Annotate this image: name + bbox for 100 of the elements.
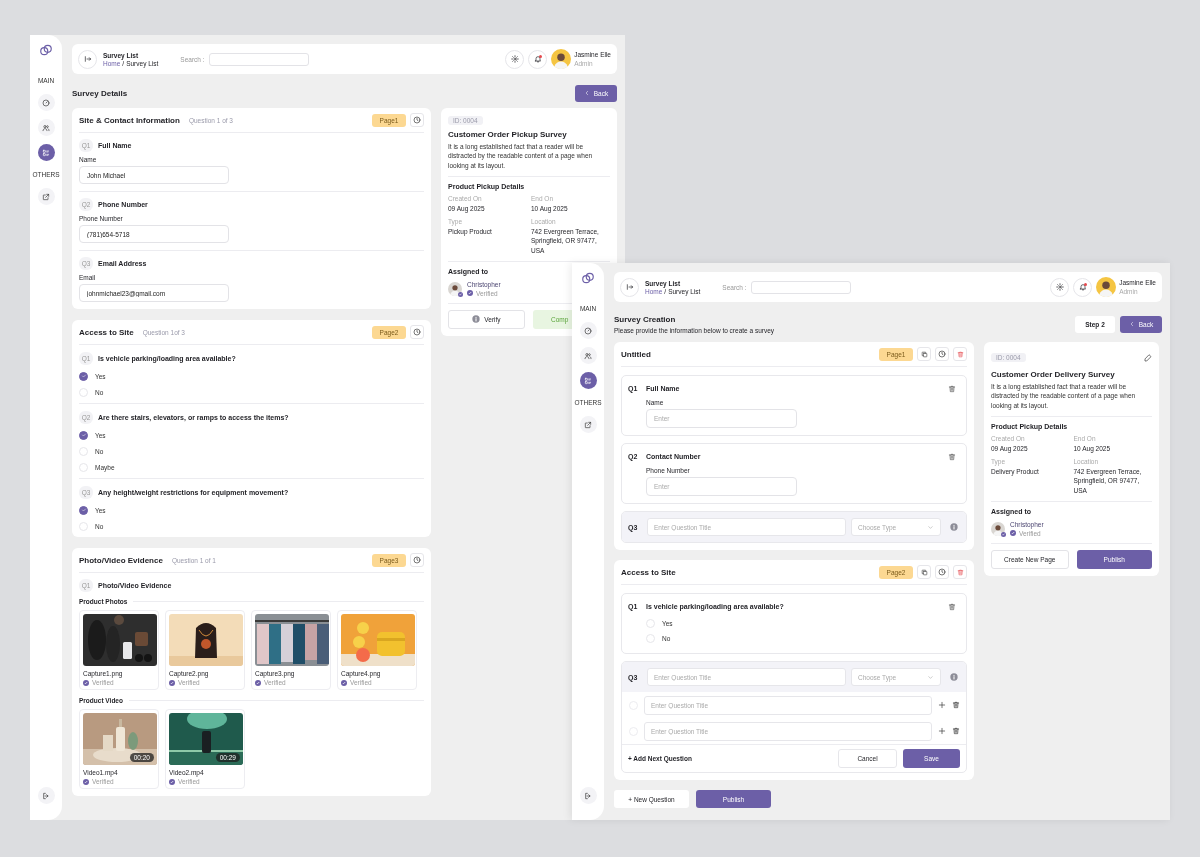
verified-icon (467, 290, 473, 297)
plus-icon (938, 701, 946, 709)
collapse-button[interactable] (620, 277, 639, 297)
add-button[interactable] (938, 701, 946, 709)
logout-button[interactable] (37, 787, 55, 804)
copy-icon (920, 568, 928, 576)
logout-icon (584, 791, 592, 800)
chevron-left-icon (1128, 321, 1135, 327)
check-icon (80, 373, 87, 379)
trash-icon (948, 385, 956, 393)
sidebar-button[interactable] (37, 188, 55, 205)
settings-icon (1055, 283, 1064, 291)
duplicate-button[interactable] (917, 347, 931, 361)
sidebar-button[interactable] (579, 416, 597, 433)
bell-icon (1078, 283, 1087, 291)
verified-icon (255, 679, 261, 686)
check-icon (80, 507, 87, 513)
search-field[interactable] (750, 280, 851, 294)
external-link-icon (42, 192, 50, 201)
collapse-icon (625, 283, 634, 291)
check-icon (80, 432, 87, 438)
section-title: Site & Contact Information (79, 115, 180, 125)
user-avatar (551, 49, 572, 69)
page-title: Survey Details (72, 88, 128, 98)
section-title: Access to Site (79, 327, 134, 337)
info-icon (950, 673, 958, 681)
clock-icon (413, 556, 421, 564)
logout-icon (42, 791, 50, 800)
survey-title: Customer Order Delivery Survey (991, 370, 1116, 379)
delete-button[interactable] (952, 727, 960, 735)
verified-icon (169, 778, 175, 785)
sidebar-button[interactable] (579, 347, 597, 364)
section-title: Photo/Video Evidence (79, 555, 163, 565)
collapse-icon (83, 55, 92, 63)
gauge-icon (584, 326, 592, 335)
history-button[interactable] (410, 553, 424, 567)
trash-icon (948, 603, 956, 611)
verified-icon (1010, 530, 1016, 537)
settings-button[interactable] (505, 49, 525, 69)
info-icon (950, 523, 958, 531)
add-button[interactable] (938, 727, 946, 735)
duplicate-button[interactable] (917, 565, 931, 579)
user-avatar (1096, 277, 1117, 297)
chevron-left-icon (583, 90, 590, 96)
section-title: Access to Site (621, 567, 676, 577)
trash-icon (956, 350, 964, 358)
radio-button[interactable] (79, 430, 88, 440)
notification-button[interactable] (1073, 277, 1093, 297)
search-field[interactable] (208, 52, 309, 66)
list-icon (584, 376, 592, 385)
trash-icon (952, 727, 960, 735)
logo-icon (39, 43, 53, 57)
chevron-down-icon (927, 523, 934, 531)
radio-button[interactable] (79, 505, 88, 515)
user-avatar (448, 281, 462, 296)
radio-button[interactable] (79, 371, 88, 381)
external-link-icon (584, 420, 592, 429)
sidebar-button[interactable] (37, 94, 55, 111)
notification-button[interactable] (528, 49, 548, 69)
page-title: Survey Creation (614, 314, 677, 324)
verified-icon (169, 679, 175, 686)
trash-icon (948, 453, 956, 461)
list-icon (42, 148, 50, 157)
users-icon (42, 123, 50, 132)
history-button[interactable] (935, 347, 949, 361)
section-title: Untitled (621, 349, 651, 359)
logout-button[interactable] (579, 787, 597, 804)
plus-icon (938, 727, 946, 735)
logo-icon (581, 271, 595, 285)
sidebar-button[interactable] (579, 372, 597, 389)
settings-icon (510, 55, 519, 63)
history-button[interactable] (410, 113, 424, 127)
history-button[interactable] (410, 325, 424, 339)
trash-icon (952, 701, 960, 709)
trash-icon (956, 568, 964, 576)
sidebar-button[interactable] (37, 119, 55, 136)
chevron-down-icon (927, 673, 934, 681)
clock-icon (938, 350, 946, 358)
bell-icon (533, 55, 542, 63)
verified-icon (83, 778, 89, 785)
sidebar-button[interactable] (579, 322, 597, 339)
collapse-button[interactable] (78, 49, 97, 69)
settings-button[interactable] (1050, 277, 1070, 297)
clock-icon (413, 328, 421, 336)
sidebar-button[interactable] (37, 144, 55, 161)
delete-button[interactable] (952, 701, 960, 709)
pencil-icon (1144, 354, 1152, 362)
verified-icon (1001, 531, 1006, 537)
clock-icon (413, 116, 421, 124)
info-icon (472, 315, 481, 324)
history-button[interactable] (935, 565, 949, 579)
gauge-icon (42, 98, 50, 107)
user-avatar (991, 521, 1005, 536)
copy-icon (920, 350, 928, 358)
verified-icon (341, 679, 347, 686)
users-icon (584, 351, 592, 360)
survey-title: Customer Order Pickup Survey (448, 130, 568, 139)
verified-icon (83, 679, 89, 686)
verified-icon (458, 291, 463, 297)
clock-icon (938, 568, 946, 576)
